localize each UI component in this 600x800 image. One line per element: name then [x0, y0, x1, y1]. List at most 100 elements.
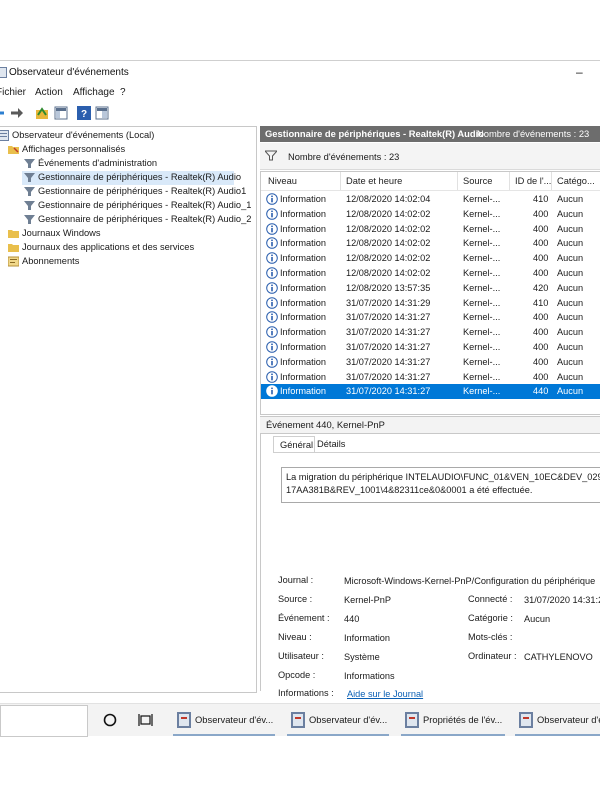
table-row[interactable]: Information 12/08/2020 14:02:02 Kernel-...…	[261, 236, 600, 251]
information-icon	[266, 222, 278, 235]
help-link[interactable]: Aide sur le Journal	[347, 689, 423, 699]
folder-icon	[8, 242, 19, 253]
menu-help[interactable]: ?	[120, 87, 126, 98]
task-view-icon[interactable]	[138, 713, 154, 727]
table-row[interactable]: Information 31/07/2020 14:31:29 Kernel-...…	[261, 296, 600, 311]
message-line-2: 17AA381B&REV_1001\4&82311ce&0&0001 a été…	[286, 485, 533, 495]
cell-source: Kernel-...	[463, 194, 501, 204]
table-row[interactable]: Information 31/07/2020 14:31:27 Kernel-...…	[261, 384, 600, 400]
filter-bar: Nombre d'événements : 23	[260, 143, 600, 170]
table-row[interactable]: Information 31/07/2020 14:31:27 Kernel-...…	[261, 325, 600, 340]
menu-fichier[interactable]: Fichier	[0, 87, 26, 98]
menu-bar: Fichier Action Affichage ?	[0, 85, 600, 101]
label-info: Informations :	[278, 688, 334, 698]
information-icon	[266, 385, 278, 398]
taskbar-button-event-viewer-2[interactable]: Observateur d'év...	[285, 704, 391, 736]
information-icon	[266, 237, 278, 250]
pane-header: Gestionnaire de périphériques - Realtek(…	[260, 126, 600, 142]
table-row[interactable]: Information 12/08/2020 14:02:02 Kernel-...…	[261, 251, 600, 266]
cell-level: Information	[280, 282, 326, 293]
events-table: Niveau Date et heure Source ID de l'... …	[260, 171, 600, 415]
cell-event-id: 400	[533, 342, 549, 352]
detail-header: Événement 440, Kernel-PnP	[260, 416, 600, 434]
label-user: Utilisateur :	[278, 651, 324, 661]
column-source[interactable]: Source	[463, 176, 492, 186]
table-row[interactable]: Information 12/08/2020 14:02:02 Kernel-...…	[261, 266, 600, 281]
cell-source: Kernel-...	[463, 208, 501, 219]
column-event-id[interactable]: ID de l'...	[515, 176, 551, 186]
properties-pane-icon[interactable]	[95, 106, 109, 120]
event-viewer-icon	[177, 712, 191, 728]
information-icon	[266, 326, 278, 338]
table-row[interactable]: Information 12/08/2020 14:02:02 Kernel-...…	[261, 207, 600, 222]
navigation-tree: Observateur d'événements (Local) Afficha…	[0, 126, 257, 693]
cell-category: Aucun	[557, 327, 584, 338]
cell-event-id: 400	[533, 356, 549, 367]
tab-general[interactable]: Général	[273, 436, 315, 453]
table-row[interactable]: Information 12/08/2020 14:02:02 Kernel-...…	[261, 222, 600, 237]
cell-event-id: 400	[533, 223, 549, 234]
column-date[interactable]: Date et heure	[346, 176, 402, 186]
cell-event-id: 440	[533, 386, 549, 397]
tab-details[interactable]: Détails	[311, 436, 351, 452]
cell-date: 31/07/2020 14:31:27	[346, 342, 431, 352]
cell-event-id: 400	[533, 253, 549, 264]
taskbar: Observateur d'év... Observateur d'év... …	[0, 703, 600, 737]
tree-view-realtek-audio[interactable]: Gestionnaire de périphériques - Realtek(…	[22, 171, 241, 185]
message-line-1: La migration du périphérique INTELAUDIO\…	[286, 472, 600, 482]
column-niveau[interactable]: Niveau	[268, 176, 297, 186]
show-hide-tree-icon[interactable]	[54, 106, 68, 120]
column-divider[interactable]	[457, 172, 458, 190]
folder-icon	[8, 144, 19, 155]
table-header: Niveau Date et heure Source ID de l'... …	[261, 172, 600, 191]
help-icon[interactable]: ?	[77, 106, 91, 120]
taskbar-button-event-viewer-3[interactable]: Observateur d'év...	[513, 704, 600, 736]
cell-date: 12/08/2020 14:02:02	[346, 208, 431, 219]
label-keywords: Mots-clés :	[468, 632, 513, 642]
forward-arrow-icon[interactable]	[10, 106, 24, 120]
up-folder-icon[interactable]	[35, 106, 49, 120]
pane-title: Gestionnaire de périphériques - Realtek(…	[265, 128, 484, 139]
cell-level: Information	[280, 356, 326, 367]
value-event: 440	[344, 614, 360, 624]
event-viewer-window: Observateur d'événements – Fichier Actio…	[0, 60, 600, 731]
cortana-icon[interactable]	[103, 713, 117, 727]
information-icon	[266, 252, 278, 264]
information-icon	[266, 341, 278, 353]
label-event: Événement :	[278, 613, 330, 623]
taskbar-search-box[interactable]	[0, 705, 88, 737]
information-icon	[266, 311, 278, 324]
table-row[interactable]: Information 31/07/2020 14:31:27 Kernel-...…	[261, 370, 600, 385]
table-row[interactable]: Information 31/07/2020 14:31:27 Kernel-...…	[261, 310, 600, 325]
menu-action[interactable]: Action	[35, 87, 63, 98]
cell-level: Information	[280, 194, 326, 204]
filter-icon	[24, 214, 35, 225]
minimize-button[interactable]: –	[576, 65, 583, 79]
cell-event-id: 400	[533, 268, 549, 278]
cell-event-id: 420	[533, 282, 549, 293]
cell-level: Information	[280, 386, 326, 397]
event-viewer-icon	[0, 130, 9, 141]
table-row[interactable]: Information 12/08/2020 14:02:04 Kernel-...…	[261, 192, 600, 207]
cell-level: Information	[280, 327, 326, 338]
toolbar: ?	[0, 103, 600, 125]
column-divider[interactable]	[509, 172, 510, 190]
column-divider[interactable]	[551, 172, 552, 190]
active-indicator	[515, 734, 600, 736]
menu-affichage[interactable]: Affichage	[73, 87, 115, 98]
table-row[interactable]: Information 12/08/2020 13:57:35 Kernel-...…	[261, 281, 600, 296]
cell-date: 31/07/2020 14:31:27	[346, 371, 431, 382]
table-row[interactable]: Information 31/07/2020 14:31:27 Kernel-...…	[261, 355, 600, 370]
table-row[interactable]: Information 31/07/2020 14:31:27 Kernel-...…	[261, 340, 600, 355]
event-message-box[interactable]: La migration du périphérique INTELAUDIO\…	[281, 467, 600, 503]
back-arrow-icon[interactable]	[0, 106, 10, 120]
cell-level: Information	[280, 297, 326, 308]
cell-source: Kernel-...	[463, 297, 501, 308]
cell-date: 12/08/2020 13:57:35	[346, 282, 431, 293]
column-divider[interactable]	[340, 172, 341, 190]
taskbar-button-event-properties[interactable]: Propriétés de l'év...	[399, 704, 507, 736]
cell-category: Aucun	[557, 223, 584, 234]
taskbar-button-event-viewer-1[interactable]: Observateur d'év...	[171, 704, 277, 736]
column-category[interactable]: Catégo...	[557, 176, 595, 186]
title-bar: Observateur d'événements –	[0, 61, 600, 85]
